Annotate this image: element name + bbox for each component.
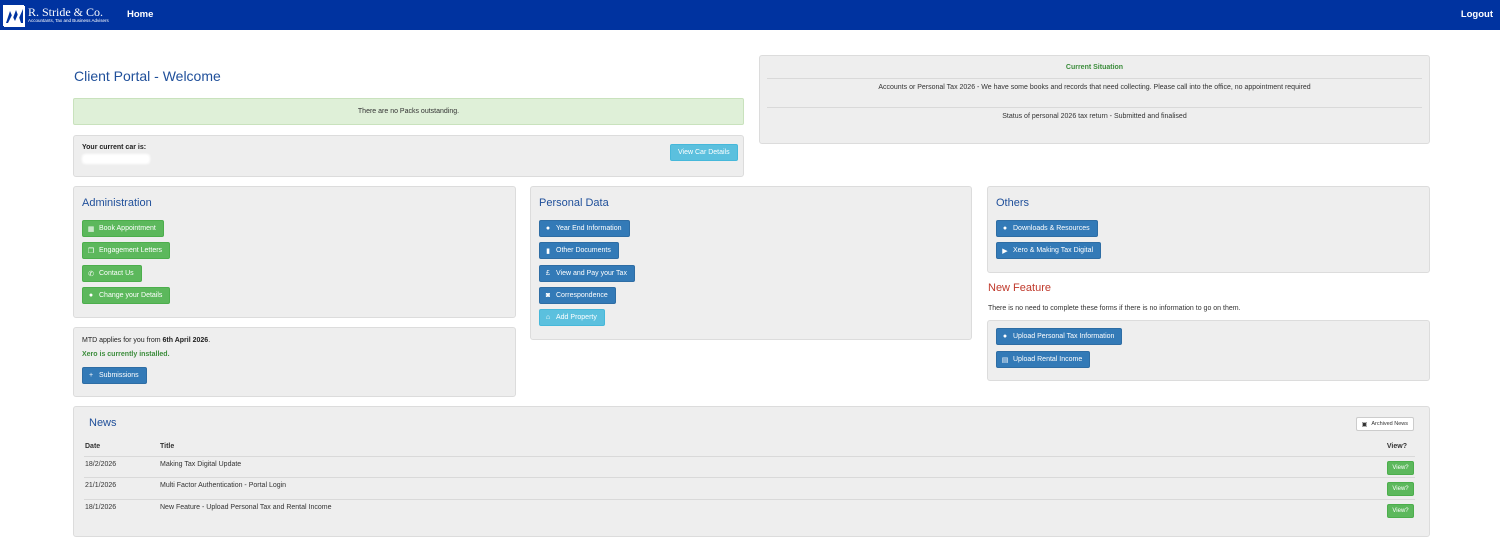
top-navbar: R. Stride & Co. Accountants, Tax and Bus… (0, 0, 1500, 30)
engagement-letters-button[interactable]: ❐ Engagement Letters (82, 242, 171, 259)
archived-news-button[interactable]: ▣ Archived News (1355, 417, 1414, 431)
contact-us-button[interactable]: ✆ Contact Us (82, 265, 142, 282)
administration-title: Administration (82, 197, 152, 209)
news-view-button[interactable]: View? (1387, 482, 1414, 496)
mtd-prefix: MTD applies for you from (82, 337, 163, 344)
situation-line-1: Accounts or Personal Tax 2026 - We have … (878, 84, 1311, 91)
engagement-letters-label: Engagement Letters (99, 247, 163, 254)
news-col-view: View? (1386, 443, 1407, 450)
news-row: 21/1/2026 Multi Factor Authentication - … (84, 477, 1415, 498)
mtd-date: 6th April 2026 (162, 337, 209, 344)
news-col-title: Title (160, 443, 175, 450)
news-item-title: Making Tax Digital Update (160, 461, 242, 468)
car-value-redacted (82, 154, 150, 164)
news-title: News (89, 417, 117, 429)
new-feature-panel: ● Upload Personal Tax Information ▤ Uplo… (987, 320, 1430, 381)
logo-tagline: Accountants, Tax and Business Advisers (28, 18, 109, 24)
submissions-label: Submissions (99, 372, 139, 379)
mtd-panel: MTD applies for you from 6th April 2026.… (73, 327, 516, 397)
change-details-button[interactable]: ● Change your Details (82, 287, 171, 304)
upload-rental-income-label: Upload Rental Income (1013, 356, 1083, 363)
news-view-button[interactable]: View? (1387, 504, 1414, 518)
add-property-button[interactable]: ⌂ Add Property (539, 309, 605, 326)
correspondence-label: Correspondence (556, 292, 608, 299)
situation-line-2: Status of personal 2026 tax return - Sub… (1002, 113, 1187, 120)
pound-icon: £ (546, 270, 550, 277)
xero-status: Xero is currently installed. (82, 351, 170, 358)
mtd-suffix: . (208, 337, 211, 344)
view-car-details-button[interactable]: View Car Details (670, 144, 738, 161)
news-item-title: Multi Factor Authentication - Portal Log… (160, 482, 287, 489)
divider (767, 78, 1422, 79)
home-icon: ⌂ (545, 314, 551, 321)
news-date: 21/1/2026 (85, 482, 117, 489)
info-icon: ● (1002, 333, 1008, 340)
car-panel: Your current car is: View Car Details (73, 135, 744, 177)
divider (767, 107, 1422, 108)
book-appointment-label: Book Appointment (99, 225, 156, 232)
submissions-button[interactable]: + Submissions (82, 367, 147, 384)
view-pay-tax-label: View and Pay your Tax (556, 270, 627, 277)
comments-icon: ◙ (545, 292, 551, 299)
year-end-information-label: Year End Information (556, 225, 622, 232)
others-panel: Others ● Downloads & Resources ▶ Xero & … (987, 186, 1430, 273)
news-item-title: New Feature - Upload Personal Tax and Re… (160, 504, 332, 511)
situation-title: Current Situation (1065, 64, 1124, 71)
nav-logout-link[interactable]: Logout (1461, 9, 1493, 20)
others-title: Others (996, 197, 1030, 209)
new-feature-title: New Feature (988, 282, 1051, 294)
personal-data-title: Personal Data (539, 197, 609, 209)
file-icon: ▮ (546, 247, 550, 255)
downloads-resources-label: Downloads & Resources (1013, 225, 1090, 232)
current-situation-panel: Current Situation Accounts or Personal T… (759, 55, 1430, 144)
car-label: Your current car is: (82, 144, 147, 151)
archive-icon: ▣ (1361, 421, 1368, 428)
xero-mtd-button[interactable]: ▶ Xero & Making Tax Digital (996, 242, 1102, 259)
news-date: 18/1/2026 (85, 504, 117, 511)
company-logo[interactable]: R. Stride & Co. Accountants, Tax and Bus… (3, 3, 109, 27)
downloads-resources-button[interactable]: ● Downloads & Resources (996, 220, 1098, 237)
logo-mark-icon (3, 4, 25, 27)
mtd-text: MTD applies for you from 6th April 2026. (82, 337, 210, 344)
packs-alert: There are no Packs outstanding. (73, 98, 744, 125)
new-feature-note: There is no need to complete these forms… (988, 305, 1241, 312)
phone-icon: ✆ (88, 270, 94, 278)
upload-personal-tax-label: Upload Personal Tax Information (1013, 333, 1115, 340)
news-panel: News ▣ Archived News Date Title View? 18… (73, 406, 1430, 537)
change-details-label: Change your Details (99, 292, 163, 299)
news-row: 18/2/2026 Making Tax Digital Update View… (84, 456, 1415, 477)
nav-home-link[interactable]: Home (127, 9, 153, 20)
contact-us-label: Contact Us (99, 270, 134, 277)
news-view-button[interactable]: View? (1387, 461, 1414, 475)
calendar-icon: ▦ (87, 225, 95, 233)
news-col-date: Date (85, 443, 101, 450)
info-icon: ● (1002, 225, 1008, 232)
document-icon: ▤ (1001, 356, 1009, 364)
year-end-information-button[interactable]: ● Year End Information (539, 220, 630, 237)
video-icon: ▶ (1002, 247, 1008, 255)
archived-news-label: Archived News (1371, 421, 1408, 427)
personal-data-panel: Personal Data ● Year End Information ▮ O… (530, 186, 972, 340)
xero-mtd-label: Xero & Making Tax Digital (1013, 247, 1094, 254)
view-pay-tax-button[interactable]: £ View and Pay your Tax (539, 265, 635, 282)
logo-name: R. Stride & Co. (28, 5, 104, 20)
add-property-label: Add Property (556, 314, 597, 321)
news-date: 18/2/2026 (85, 461, 117, 468)
page-title: Client Portal - Welcome (74, 68, 221, 84)
user-icon: ● (88, 292, 94, 299)
book-appointment-button[interactable]: ▦ Book Appointment (82, 220, 164, 237)
news-row: 18/1/2026 New Feature - Upload Personal … (84, 499, 1415, 520)
upload-rental-income-button[interactable]: ▤ Upload Rental Income (996, 351, 1091, 368)
correspondence-button[interactable]: ◙ Correspondence (539, 287, 616, 304)
documents-icon: ❐ (87, 247, 95, 255)
other-documents-button[interactable]: ▮ Other Documents (539, 242, 619, 259)
view-car-details-label: View Car Details (678, 149, 730, 156)
upload-personal-tax-button[interactable]: ● Upload Personal Tax Information (996, 328, 1123, 345)
packs-alert-text: There are no Packs outstanding. (357, 108, 460, 115)
info-icon: ● (545, 225, 551, 232)
administration-panel: Administration ▦ Book Appointment ❐ Enga… (73, 186, 516, 318)
plus-icon: + (88, 372, 94, 379)
other-documents-label: Other Documents (556, 247, 611, 254)
